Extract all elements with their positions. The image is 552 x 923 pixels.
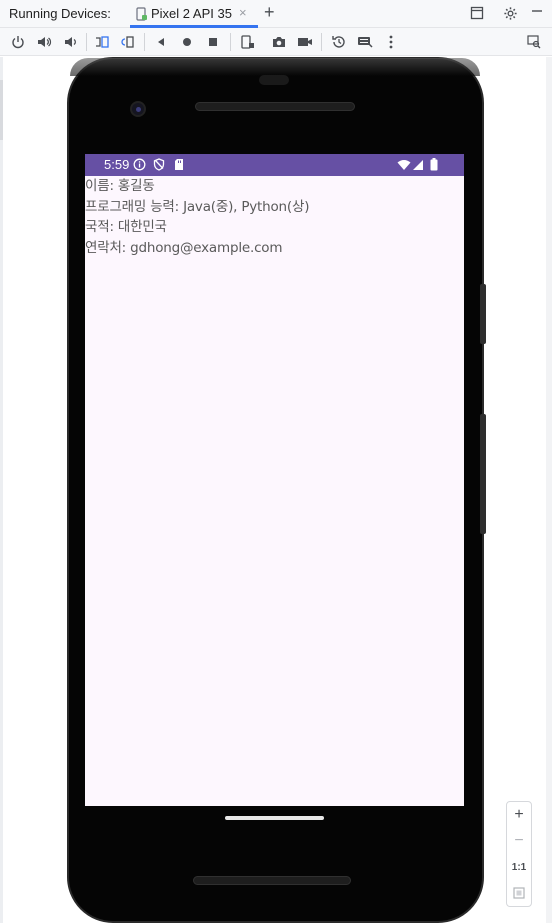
front-camera-icon bbox=[130, 101, 146, 117]
phone-power-button bbox=[480, 284, 486, 344]
wifi-icon bbox=[397, 158, 411, 176]
home-icon[interactable] bbox=[178, 33, 196, 51]
screen-record-icon[interactable] bbox=[296, 33, 314, 51]
android-status-bar: 5:59 bbox=[85, 154, 464, 176]
sd-card-icon bbox=[174, 158, 184, 176]
settings-gear-icon[interactable] bbox=[503, 6, 518, 26]
device-mirror-icon[interactable] bbox=[239, 33, 257, 51]
toolbar-separator bbox=[321, 33, 322, 51]
contact-text: 연락처: gdhong@example.com bbox=[85, 239, 283, 256]
overview-icon[interactable] bbox=[204, 33, 222, 51]
power-icon[interactable] bbox=[9, 33, 27, 51]
close-tab-icon[interactable]: × bbox=[239, 5, 247, 20]
tab-pixel-2-api-35[interactable]: Pixel 2 API 35 × bbox=[130, 0, 258, 28]
cellular-signal-icon bbox=[412, 158, 424, 176]
rotate-left-icon[interactable] bbox=[93, 33, 111, 51]
volume-up-icon[interactable] bbox=[35, 33, 53, 51]
window-layout-icon[interactable] bbox=[470, 6, 484, 25]
more-options-icon[interactable] bbox=[382, 33, 400, 51]
toolbar-separator bbox=[230, 33, 231, 51]
vertical-scrollbar[interactable] bbox=[546, 57, 552, 923]
add-tab-button[interactable]: + bbox=[264, 2, 275, 23]
programming-skills-text: 프로그래밍 능력: Java(중), Python(상) bbox=[85, 198, 310, 215]
info-icon bbox=[133, 158, 146, 176]
name-text: 이름: 홍길동 bbox=[85, 178, 155, 194]
toolbar-separator bbox=[144, 33, 145, 51]
actual-size-button[interactable]: 1:1 bbox=[507, 856, 531, 878]
keyboard-icon[interactable] bbox=[356, 33, 374, 51]
phone-volume-button bbox=[480, 414, 486, 534]
phone-earpiece bbox=[195, 102, 355, 111]
phone-bottom-speaker bbox=[193, 876, 351, 885]
battery-icon bbox=[430, 158, 438, 176]
back-icon[interactable] bbox=[152, 33, 170, 51]
tab-label: Pixel 2 API 35 bbox=[151, 6, 232, 21]
phone-bezel-highlight bbox=[70, 58, 480, 76]
screenshot-icon[interactable] bbox=[270, 33, 288, 51]
zoom-out-button[interactable]: − bbox=[507, 830, 531, 852]
toolbar-separator bbox=[86, 33, 87, 51]
status-time: 5:59 bbox=[104, 157, 130, 172]
minimize-icon[interactable] bbox=[530, 4, 544, 23]
left-panel-edge bbox=[0, 57, 3, 923]
left-panel-handle[interactable] bbox=[0, 80, 3, 140]
rotate-right-icon[interactable] bbox=[119, 33, 137, 51]
snapshot-icon[interactable] bbox=[330, 33, 348, 51]
volume-down-icon[interactable] bbox=[61, 33, 79, 51]
device-toolbar bbox=[0, 28, 552, 56]
device-icon bbox=[136, 7, 148, 21]
device-screen[interactable]: 5:59 이름: 홍길동 프로그래밍 능력: Java(중), Python(상… bbox=[85, 154, 464, 806]
panel-title: Running Devices: bbox=[9, 6, 111, 21]
fit-screen-icon[interactable] bbox=[507, 882, 531, 904]
zoom-controls: + − 1:1 bbox=[506, 801, 532, 907]
device-manager-icon[interactable] bbox=[525, 33, 543, 51]
zoom-in-button[interactable]: + bbox=[507, 804, 531, 826]
phone-sensor bbox=[259, 75, 289, 85]
app-content: 이름: 홍길동 프로그래밍 능력: Java(중), Python(상) 국적:… bbox=[85, 176, 464, 258]
gesture-navigation-handle[interactable] bbox=[225, 816, 324, 820]
nationality-text: 국적: 대한민국 bbox=[85, 219, 167, 235]
shield-icon bbox=[153, 158, 165, 176]
running-devices-header: Running Devices: Pixel 2 API 35 × + bbox=[0, 0, 552, 28]
